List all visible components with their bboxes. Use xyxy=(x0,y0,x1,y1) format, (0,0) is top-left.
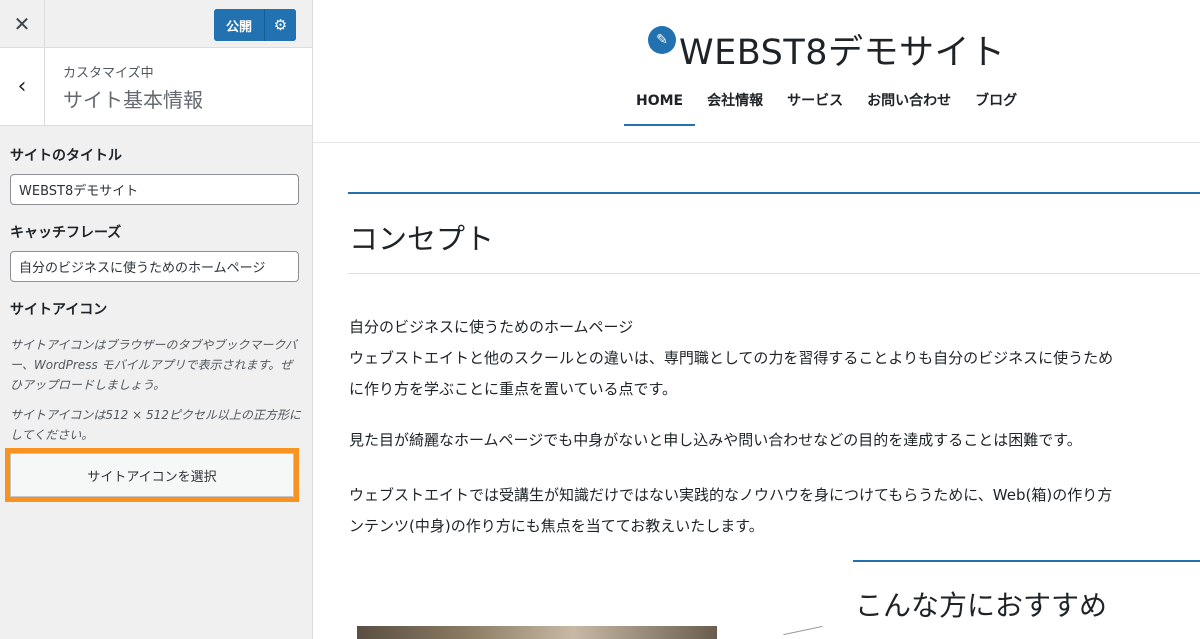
concept-paragraph-3: ウェブストエイトでは受講生が知識だけではない実践的なノウハウを身につけてもらうた… xyxy=(349,480,1112,542)
publish-button[interactable]: 公開 xyxy=(214,9,264,41)
paragraph-line: に作り方を学ぶことに重点を置いている点です。 xyxy=(349,380,678,398)
close-icon[interactable]: ✕ xyxy=(0,0,45,48)
site-icon-description: サイトアイコンはブラウザーのタブやブックマークバー、WordPress モバイル… xyxy=(10,338,297,392)
controls-panel: サイトのタイトル WEBST8デモサイト キャッチフレーズ 自分のビジネスに使う… xyxy=(0,126,312,445)
concept-heading: コンセプト xyxy=(349,222,495,256)
paragraph-line: ンテンツ(中身)の作り方にも焦点を当ててお教えいたします。 xyxy=(349,517,764,535)
site-name[interactable]: WEBST8デモサイト xyxy=(679,24,1005,75)
site-preview: ✎ WEBST8デモサイト HOME 会社情報 サービス お問い合わせ ブログ … xyxy=(313,0,1200,639)
heading-rule xyxy=(348,192,1200,194)
customizing-label: カスタマイズ中 xyxy=(63,66,154,81)
pencil-icon[interactable]: ✎ xyxy=(648,26,676,54)
back-icon[interactable]: ‹ xyxy=(0,48,45,125)
site-icon-label: サイトアイコン xyxy=(10,302,108,318)
site-title-input[interactable]: WEBST8デモサイト xyxy=(10,174,299,205)
nav-item-contact[interactable]: お問い合わせ xyxy=(855,92,963,126)
site-title-label: サイトのタイトル xyxy=(10,148,122,164)
publish-button-group: 公開 ⚙ xyxy=(214,9,296,41)
nav-item-company[interactable]: 会社情報 xyxy=(695,92,775,126)
tagline-input[interactable]: 自分のビジネスに使うためのホームページ xyxy=(10,251,299,282)
customizer-topbar: ✕ 公開 ⚙ xyxy=(0,0,312,48)
select-site-icon-button[interactable]: サイトアイコンを選択 xyxy=(10,453,294,497)
concept-paragraph-2: 見た目が綺麗なホームページでも中身がないと申し込みや問い合わせなどの目的を達成す… xyxy=(349,431,1082,449)
decorative-line xyxy=(783,625,823,636)
section-header: ‹ カスタマイズ中 サイト基本情報 xyxy=(0,48,312,126)
site-icon-size-note: サイトアイコンは512 × 512ピクセル以上の正方形にしてください。 xyxy=(10,408,301,442)
hero-photo xyxy=(357,626,717,639)
section-title: サイト基本情報 xyxy=(63,88,203,112)
concept-paragraph-1: 自分のビジネスに使うためのホームページ ウェブストエイトと他のスクールとの違いは… xyxy=(349,312,1113,405)
recommend-heading: こんな方におすすめ xyxy=(855,589,1108,622)
tagline-label: キャッチフレーズ xyxy=(10,225,122,241)
divider xyxy=(348,273,1200,274)
nav-item-blog[interactable]: ブログ xyxy=(963,92,1029,126)
nav-item-services[interactable]: サービス xyxy=(775,92,855,126)
paragraph-line: 自分のビジネスに使うためのホームページ xyxy=(349,318,634,336)
paragraph-line: ウェブストエイトでは受講生が知識だけではない実践的なノウハウを身につけてもらうた… xyxy=(349,486,1113,504)
highlight-box: サイトアイコンを選択 xyxy=(5,448,299,502)
customizer-sidebar: ✕ 公開 ⚙ ‹ カスタマイズ中 サイト基本情報 サイトのタイトル WEBST8… xyxy=(0,0,313,639)
main-nav: HOME 会社情報 サービス お問い合わせ ブログ xyxy=(624,92,1029,126)
gear-icon[interactable]: ⚙ xyxy=(264,9,296,41)
site-header: ✎ WEBST8デモサイト HOME 会社情報 サービス お問い合わせ ブログ xyxy=(313,0,1200,143)
heading-rule xyxy=(853,560,1200,562)
paragraph-line: ウェブストエイトと他のスクールとの違いは、専門職としての力を習得することよりも自… xyxy=(349,349,1114,367)
nav-item-home[interactable]: HOME xyxy=(624,92,696,126)
